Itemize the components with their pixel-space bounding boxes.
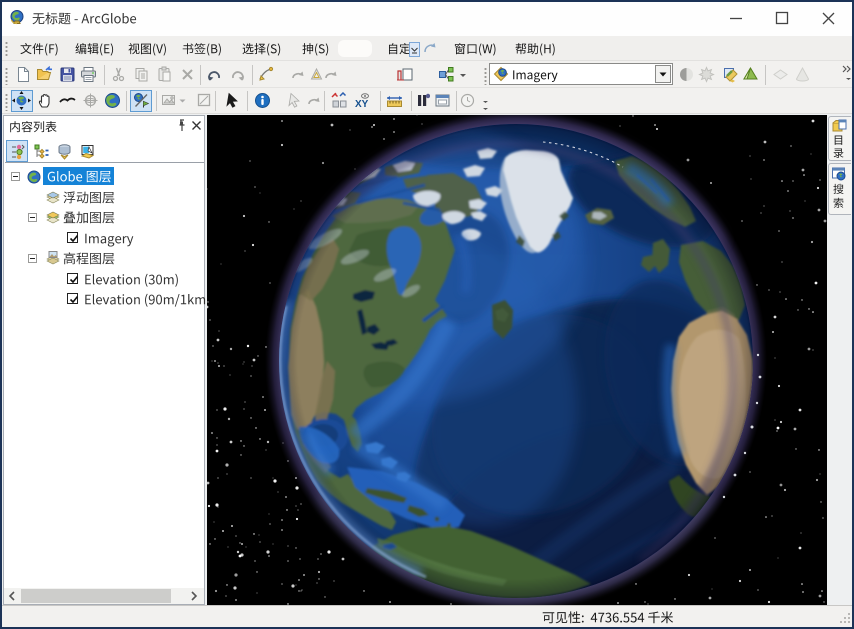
svg-text:XY: XY bbox=[355, 99, 369, 109]
